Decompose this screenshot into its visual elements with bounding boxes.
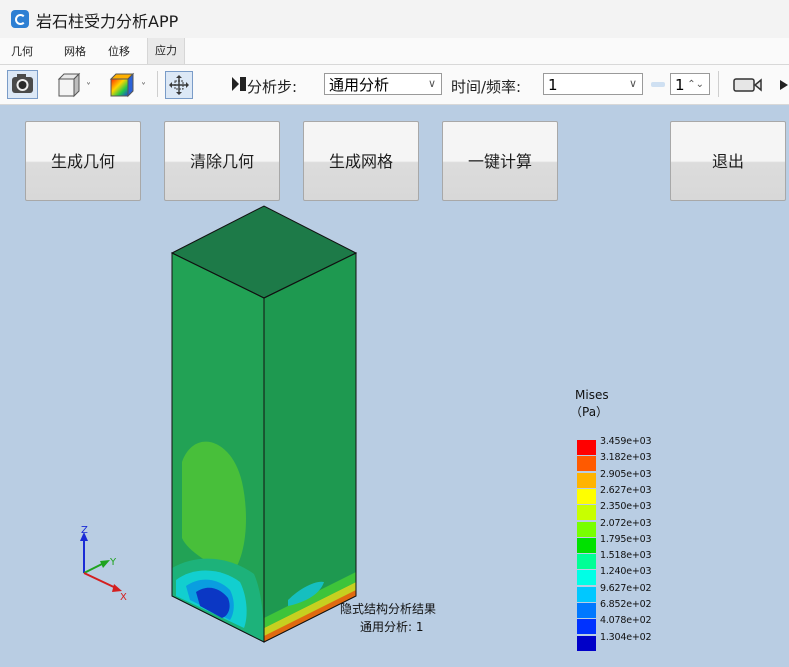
svg-text:˅: ˅: [86, 81, 91, 93]
frame-spinner[interactable]: 1 ⌃⌄: [670, 73, 710, 95]
clear-geometry-button[interactable]: 清除几何: [164, 121, 280, 201]
result-caption-title: 隐式结构分析结果: [340, 602, 437, 616]
step-select[interactable]: 通用分析 ∨: [324, 73, 442, 95]
frame-spinner-value: 1: [675, 76, 685, 94]
legend-value: 3.182e+03: [600, 452, 652, 464]
menu-stress[interactable]: 应力: [147, 38, 185, 64]
legend-swatch: [577, 586, 596, 602]
legend-value: 6.852e+02: [600, 599, 652, 610]
app-icon: [11, 10, 29, 28]
legend-swatch: [577, 521, 596, 537]
legend-title: Mises: [575, 388, 609, 402]
svg-text:˅: ˅: [141, 81, 146, 93]
camera-button[interactable]: [7, 70, 38, 99]
generate-geometry-button[interactable]: 生成几何: [25, 121, 141, 201]
frame-slider[interactable]: [651, 82, 665, 87]
time-frequency-select[interactable]: 1 ∨: [543, 73, 643, 95]
legend-value: 2.627e+03: [600, 484, 652, 496]
legend-swatch: [577, 472, 596, 488]
fit-view-icon: [169, 75, 189, 95]
legend-value: 2.072e+03: [600, 517, 652, 529]
z-axis-label: Z: [81, 525, 88, 536]
model-viewport[interactable]: 生成几何 清除几何 生成网格 一键计算 退出 Z Y X Mises （Pa）: [0, 105, 789, 667]
legend-swatch: [577, 505, 596, 521]
y-axis-label: Y: [109, 557, 117, 568]
legend-value: 9.627e+02: [600, 582, 652, 594]
rock-column-model: [170, 205, 358, 643]
legend-swatch: [577, 456, 596, 472]
menu-geometry[interactable]: 几何: [11, 43, 33, 59]
legend-unit: （Pa）: [570, 405, 609, 419]
legend-value: 4.078e+02: [600, 615, 652, 627]
chevron-down-icon: ∨: [628, 77, 637, 90]
title-bar: 岩石柱受力分析APP: [0, 0, 789, 38]
window-title: 岩石柱受力分析APP: [36, 12, 179, 31]
menu-mesh[interactable]: 网格: [64, 43, 86, 59]
menu-bar: 几何 网格 位移 应力: [0, 38, 789, 65]
time-frequency-value: 1: [548, 76, 558, 94]
one-click-compute-button[interactable]: 一键计算: [442, 121, 558, 201]
render-mode-button[interactable]: ˅: [107, 72, 151, 98]
step-select-value: 通用分析: [329, 76, 390, 94]
legend-swatch: [577, 554, 596, 570]
legend-value: 1.518e+03: [600, 550, 652, 562]
menu-displacement[interactable]: 位移: [108, 43, 130, 59]
legend-value: 2.350e+03: [600, 501, 652, 513]
cube-view-icon: ˅: [57, 72, 91, 98]
result-caption-step: 通用分析: 1: [360, 620, 424, 634]
toolbar: ˅ ˅ 分析步: 通用分析 ∨ 时间/频率: 1 ∨ 1 ⌃⌄: [0, 65, 789, 105]
camera-icon: [12, 74, 33, 93]
exit-button[interactable]: 退出: [670, 121, 786, 201]
legend-swatch: [577, 635, 596, 651]
x-axis-label: X: [120, 592, 127, 603]
chevron-down-icon: ∨: [427, 77, 436, 90]
fit-view-button[interactable]: [165, 71, 193, 99]
step-label: 分析步:: [247, 78, 298, 96]
generate-mesh-button[interactable]: 生成网格: [303, 121, 419, 201]
cube-view-button[interactable]: ˅: [55, 72, 95, 98]
legend-value: 2.905e+03: [600, 468, 652, 480]
legend-swatch: [577, 570, 596, 586]
legend-swatch: [577, 488, 596, 504]
legend-swatch: [577, 537, 596, 553]
render-mode-icon: ˅: [109, 72, 146, 98]
toolbar-separator: [718, 71, 719, 97]
record-icon[interactable]: [733, 75, 789, 95]
time-frequency-label: 时间/频率:: [451, 78, 522, 96]
legend-value: 3.459e+03: [600, 436, 652, 447]
legend-swatch: [577, 440, 596, 455]
legend-value: 1.304e+02: [600, 631, 652, 643]
step-icon: [232, 77, 246, 91]
toolbar-separator: [157, 71, 158, 97]
legend-swatch: [577, 619, 596, 635]
legend-swatch: [577, 603, 596, 618]
spinner-arrows-icon: ⌃⌄: [687, 79, 704, 90]
axis-triad: Z Y X: [80, 525, 127, 603]
legend-value: 1.240e+03: [600, 566, 652, 578]
legend-value: 1.795e+03: [600, 533, 652, 545]
